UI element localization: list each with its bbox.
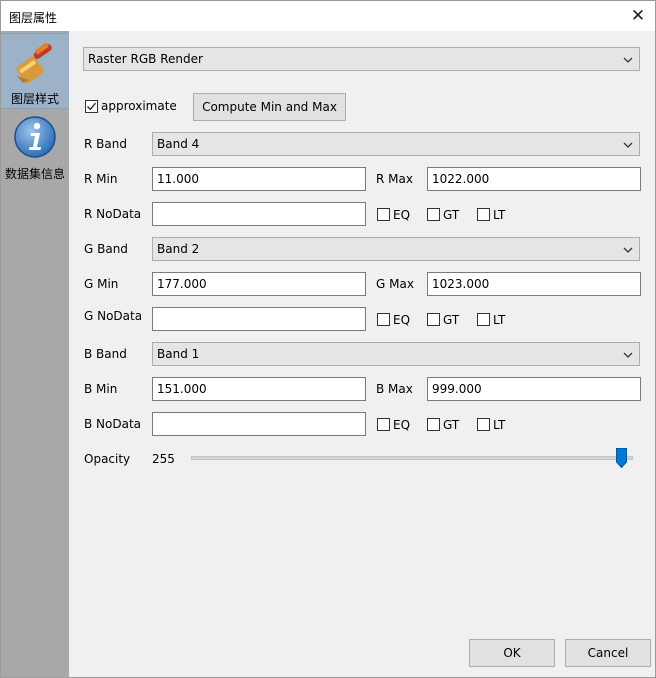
g-nodata-eq-label: EQ [393,313,411,327]
sidebar-item-dataset-info[interactable]: 数据集信息 [1,109,69,183]
r-nodata-eq-checkbox[interactable] [377,208,390,221]
b-min-label: B Min [84,382,118,396]
b-nodata-label: B NoData [84,417,142,431]
b-max-value: 999.000 [432,382,482,396]
g-band-value: Band 2 [157,242,200,256]
cancel-button[interactable]: Cancel [565,639,651,667]
r-min-value: 11.000 [157,172,199,186]
r-max-input[interactable]: 1022.000 [427,167,641,191]
g-nodata-gt-label: GT [443,313,460,327]
g-nodata-label: G NoData [84,309,143,323]
r-band-select[interactable]: Band 4 [152,132,640,156]
layer-properties-dialog: 图层属性 ✕ 图层样式 数据集信息 Raster RGB Render appr… [0,0,656,678]
r-band-label: R Band [84,137,127,151]
r-nodata-label: R NoData [84,207,142,221]
b-nodata-lt-label: LT [493,418,506,432]
r-nodata-gt-checkbox[interactable] [427,208,440,221]
r-nodata-lt-label: LT [493,208,506,222]
b-band-select[interactable]: Band 1 [152,342,640,366]
b-min-value: 151.000 [157,382,207,396]
render-type-value: Raster RGB Render [88,52,203,66]
b-max-input[interactable]: 999.000 [427,377,641,401]
opacity-value: 255 [152,452,175,466]
info-icon [14,116,56,158]
r-band-value: Band 4 [157,137,200,151]
sidebar: 图层样式 数据集信息 [1,31,69,677]
g-nodata-eq-checkbox[interactable] [377,313,390,326]
r-min-label: R Min [84,172,118,186]
render-type-select[interactable]: Raster RGB Render [83,47,640,71]
b-nodata-eq-checkbox[interactable] [377,418,390,431]
approximate-checkbox[interactable] [85,100,98,113]
g-nodata-lt-checkbox[interactable] [477,313,490,326]
g-max-label: G Max [376,277,414,291]
chevron-down-icon [623,57,633,63]
r-nodata-lt-checkbox[interactable] [477,208,490,221]
b-band-value: Band 1 [157,347,200,361]
r-min-input[interactable]: 11.000 [152,167,366,191]
window-title: 图层属性 [9,11,58,25]
ok-button[interactable]: OK [469,639,555,667]
approximate-label: approximate [101,99,177,113]
g-min-value: 177.000 [157,277,207,291]
close-icon: ✕ [630,6,646,26]
sidebar-item-layer-style[interactable]: 图层样式 [1,33,69,109]
b-nodata-eq-label: EQ [393,418,411,432]
g-band-select[interactable]: Band 2 [152,237,640,261]
chevron-down-icon [623,142,633,148]
g-max-input[interactable]: 1023.000 [427,272,641,296]
b-nodata-input[interactable] [152,412,366,436]
compute-min-max-button[interactable]: Compute Min and Max [193,93,346,121]
g-max-value: 1023.000 [432,277,490,291]
b-nodata-gt-checkbox[interactable] [427,418,440,431]
r-nodata-gt-label: GT [443,208,460,222]
sidebar-item-label: 数据集信息 [4,167,65,181]
b-min-input[interactable]: 151.000 [152,377,366,401]
chevron-down-icon [623,247,633,253]
checkmark-icon [87,102,96,111]
paint-brush-icon [16,42,52,84]
chevron-down-icon [623,352,633,358]
b-max-label: B Max [376,382,413,396]
opacity-slider-thumb[interactable] [616,448,627,468]
opacity-slider[interactable] [191,456,633,460]
g-min-input[interactable]: 177.000 [152,272,366,296]
g-nodata-input[interactable] [152,307,366,331]
b-band-label: B Band [84,347,127,361]
close-button[interactable]: ✕ [621,1,655,31]
r-max-label: R Max [376,172,413,186]
b-nodata-gt-label: GT [443,418,460,432]
g-band-label: G Band [84,242,128,256]
g-min-label: G Min [84,277,119,291]
title-bar: 图层属性 ✕ [1,1,655,31]
g-nodata-lt-label: LT [493,313,506,327]
g-nodata-gt-checkbox[interactable] [427,313,440,326]
sidebar-item-label: 图层样式 [10,92,59,106]
r-nodata-eq-label: EQ [393,208,411,222]
b-nodata-lt-checkbox[interactable] [477,418,490,431]
r-max-value: 1022.000 [432,172,490,186]
r-nodata-input[interactable] [152,202,366,226]
opacity-label: Opacity [84,452,131,466]
